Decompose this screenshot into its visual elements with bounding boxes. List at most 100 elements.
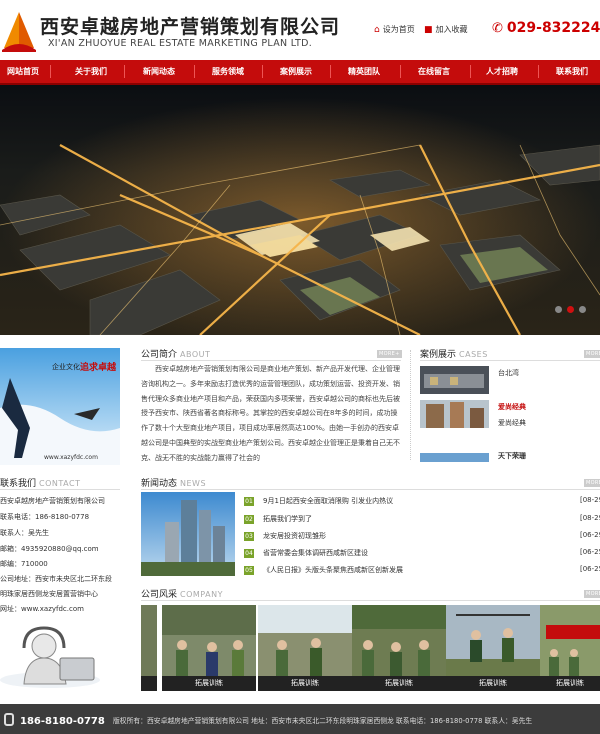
cases-more-button[interactable]: MORE+ <box>584 350 600 358</box>
news-item-date: [06-25] <box>580 548 600 556</box>
set-home-link[interactable]: ⌂ 设为首页 <box>374 24 415 35</box>
news-item-date: [06-29] <box>580 531 600 539</box>
news-item-1[interactable]: 01 9月1日起西安全面取消限购 引发业内热议 [08-29] <box>244 496 600 508</box>
style-more-button[interactable]: MORE+ <box>584 590 600 598</box>
news-item-date: [08-29] <box>580 496 600 504</box>
about-more-button[interactable]: MORE+ <box>377 350 402 358</box>
news-title-cn: 新闻动态 <box>141 479 178 489</box>
style-caption <box>141 676 157 691</box>
logo-icon <box>2 12 36 52</box>
site-footer: 186-8180-0778 版权所有：西安卓越房地产营销策划有限公司 地址：西安… <box>0 704 600 734</box>
news-item-3[interactable]: 03 龙安居投资初现雏形 [06-29] <box>244 531 600 543</box>
divider <box>141 600 600 601</box>
site-header: 西安卓越房地产营销策划有限公司 XI'AN ZHUOYUE REAL ESTAT… <box>0 0 600 60</box>
divider <box>0 489 120 490</box>
case-sub-2: 爱尚经典 <box>498 419 526 427</box>
news-num: 01 <box>244 497 254 506</box>
case-thumb-2[interactable] <box>420 400 489 428</box>
contact-email: 邮箱：4935920880@qq.com <box>0 545 99 553</box>
news-item-4[interactable]: 04 省营常委会集体调研西咸新区建设 [06-25] <box>244 548 600 560</box>
ad-line-1: 企业文化 <box>52 363 80 371</box>
slide-dot[interactable] <box>579 306 586 313</box>
style-photo-4[interactable]: 拓展训练 <box>446 605 540 691</box>
case-label-2[interactable]: 爱尚经典 <box>498 402 526 412</box>
style-caption: 拓展训练 <box>352 676 446 691</box>
news-item-5[interactable]: 05 《人民日报》头版头条聚焦西咸新区创新发展 [06-25] <box>244 565 600 577</box>
nav-team[interactable]: 精英团队 <box>336 60 392 83</box>
set-home-label[interactable]: 设为首页 <box>383 25 415 34</box>
contact-title-cn: 联系我们 <box>0 479 37 489</box>
style-title-en: COMPANY <box>180 590 223 599</box>
case-thumb-3[interactable] <box>420 450 489 462</box>
header-phone: ✆029-83222430 <box>492 20 600 36</box>
about-title: 公司简介 ABOUT <box>141 347 210 360</box>
news-num: 05 <box>244 566 254 575</box>
banner-slide-dots <box>550 298 586 317</box>
style-caption: 拓展训练 <box>540 676 600 691</box>
nav-cases[interactable]: 案例展示 <box>268 60 324 83</box>
main-nav: 网站首页 关于我们 新闻动态 服务领域 案例展示 精英团队 在线留言 人才招聘 … <box>0 60 600 85</box>
contact-person: 联系人：吴先生 <box>0 529 49 537</box>
culture-ad-image[interactable]: 企业文化 追求卓越 www.xazyfdc.com <box>0 348 120 465</box>
nav-divider <box>538 65 539 78</box>
contact-postcode: 邮编：710000 <box>0 560 48 568</box>
style-caption: 拓展训练 <box>258 676 352 691</box>
news-title-en: NEWS <box>180 479 207 488</box>
nav-about[interactable]: 关于我们 <box>64 60 118 83</box>
style-photo-partial[interactable] <box>141 605 157 691</box>
ad-line-2: 追求卓越 <box>80 363 117 373</box>
mobile-phone-icon <box>4 713 14 726</box>
nav-home[interactable]: 网站首页 <box>0 60 46 83</box>
case-label-1[interactable]: 台北湾 <box>498 368 519 378</box>
nav-services[interactable]: 服务领域 <box>200 60 256 83</box>
news-item-title[interactable]: 省营常委会集体调研西咸新区建设 <box>263 548 368 558</box>
add-favorite-link[interactable]: ■ 加入收藏 <box>424 24 468 35</box>
add-favorite-label[interactable]: 加入收藏 <box>436 25 468 34</box>
news-image[interactable] <box>141 492 235 576</box>
nav-contact[interactable]: 联系我们 <box>544 60 600 83</box>
news-item-date: [08-29] <box>580 514 600 522</box>
style-photo-2[interactable]: 拓展训练 <box>258 605 352 691</box>
cases-title-cn: 案例展示 <box>420 350 457 360</box>
nav-jobs[interactable]: 人才招聘 <box>474 60 530 83</box>
nav-divider <box>124 65 125 78</box>
style-photo-3[interactable]: 拓展训练 <box>352 605 446 691</box>
column-divider <box>410 350 411 460</box>
hero-banner[interactable] <box>0 85 600 335</box>
about-text: 西安卓越房地产营销策划有限公司是商业地产策划、新产品开发代理、企业管理咨询机构之… <box>141 365 400 462</box>
divider <box>420 360 600 361</box>
header-phone-number: 029-83222430 <box>506 20 600 36</box>
banner-night-city-image <box>0 85 600 335</box>
divider <box>141 489 600 490</box>
news-item-title[interactable]: 拓展我们学到了 <box>263 514 312 524</box>
nav-message[interactable]: 在线留言 <box>406 60 462 83</box>
contact-title: 联系我们 CONTACT <box>0 476 80 489</box>
news-item-date: [06-25] <box>580 565 600 573</box>
footer-phone-number: 186-8180-0778 <box>20 716 105 727</box>
phone-icon: ✆ <box>492 21 503 36</box>
bookmark-icon: ■ <box>424 25 433 35</box>
style-photo-1[interactable]: 拓展训练 <box>162 605 256 691</box>
news-more-button[interactable]: MORE+ <box>584 479 600 487</box>
style-title: 公司风采 COMPANY <box>141 587 223 600</box>
contact-address: 公司地址：西安市未央区北二环东段 <box>0 575 112 583</box>
news-item-title[interactable]: 《人民日报》头版头条聚焦西咸新区创新发展 <box>263 565 403 575</box>
footer-copyright: 版权所有：西安卓越房地产营销策划有限公司 地址：西安市未央区北二环东段明珠家居西… <box>113 717 533 725</box>
about-title-en: ABOUT <box>180 350 211 359</box>
cases-title-en: CASES <box>459 350 488 359</box>
footer-phone: 186-8180-0778 <box>4 713 105 727</box>
nav-news[interactable]: 新闻动态 <box>132 60 186 83</box>
divider <box>141 360 401 361</box>
case-thumb-1[interactable] <box>420 366 489 394</box>
slide-dot[interactable] <box>555 306 562 313</box>
slide-dot-active[interactable] <box>567 306 574 313</box>
customer-service-illustration <box>0 626 100 688</box>
style-photo-5[interactable]: 拓展训练 <box>540 605 600 691</box>
cases-title: 案例展示 CASES <box>420 347 488 360</box>
news-item-title[interactable]: 龙安居投资初现雏形 <box>263 531 326 541</box>
case-label-3[interactable]: 天下荣珊 <box>498 451 526 461</box>
news-item-title[interactable]: 9月1日起西安全面取消限购 引发业内热议 <box>263 496 393 506</box>
logo-title: 西安卓越房地产营销策划有限公司 <box>40 16 341 38</box>
news-item-2[interactable]: 02 拓展我们学到了 [08-29] <box>244 514 600 526</box>
news-title: 新闻动态 NEWS <box>141 476 206 489</box>
